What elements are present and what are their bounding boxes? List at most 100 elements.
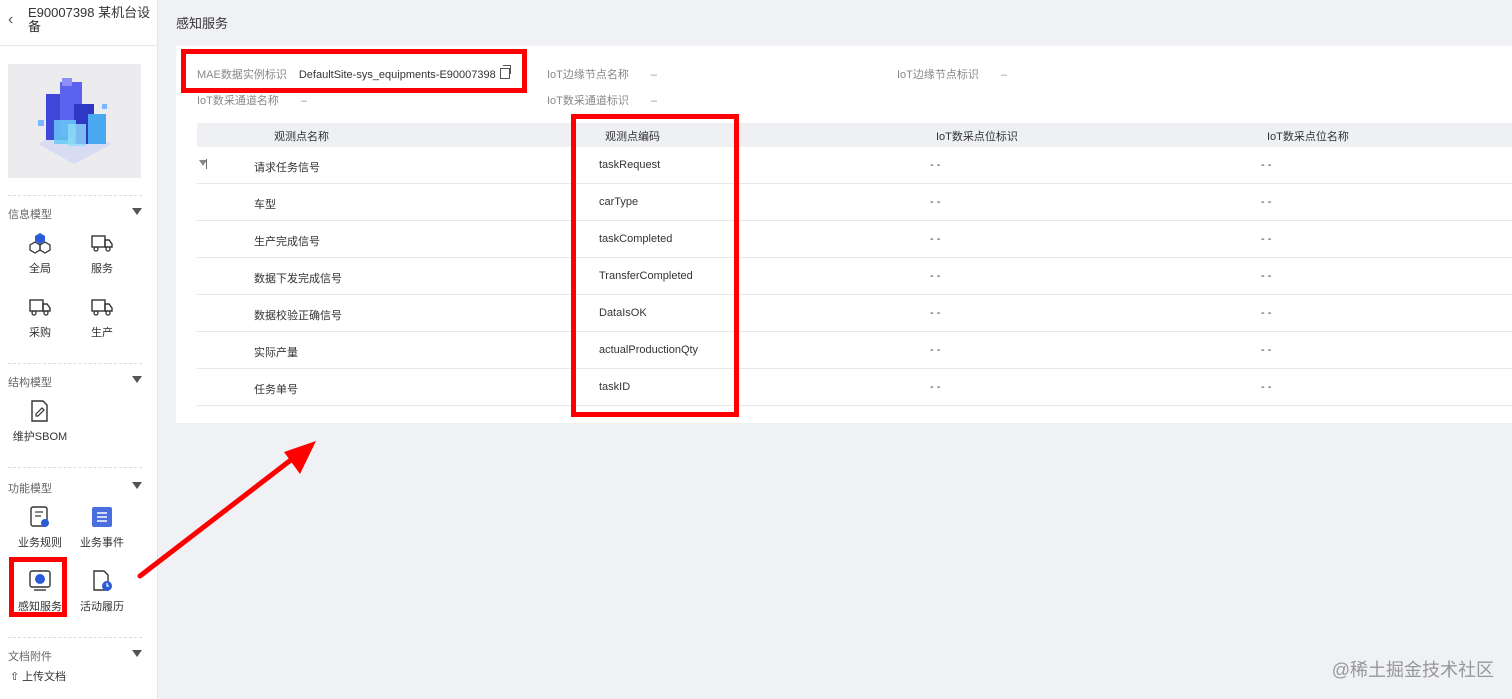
field-label: IoT边缘节点名称	[547, 69, 629, 81]
section-title: 信息模型	[8, 209, 52, 221]
field-value: –	[300, 95, 308, 107]
device-title: E90007398 某机台设备	[28, 5, 151, 34]
field-label: IoT边缘节点标识	[897, 69, 979, 81]
divider	[8, 195, 142, 196]
cell-point-name: - -	[1261, 307, 1272, 319]
cell-name: 请求任务信号	[254, 162, 320, 174]
cell-point-name: - -	[1261, 381, 1272, 393]
caret-down-icon[interactable]	[132, 376, 142, 383]
caret-down-icon[interactable]	[132, 482, 142, 489]
cell-name: 数据校验正确信号	[254, 310, 342, 322]
channel-name-field: IoT数采通道名称 –	[197, 92, 307, 108]
field-label: IoT数采通道名称	[197, 95, 279, 107]
nav-maintain-sbom[interactable]: 维护SBOM	[13, 400, 67, 448]
cell-point-id: - -	[930, 344, 941, 356]
highlight-box-code-column	[571, 114, 739, 417]
nav-label: 业务规则	[18, 537, 62, 549]
nav-label: 业务事件	[80, 537, 124, 549]
upload-label: 上传文档	[22, 671, 66, 683]
caret-down-icon[interactable]	[132, 650, 142, 657]
table-row[interactable]: 数据下发完成信号 TransferCompleted - -- -	[197, 258, 1512, 295]
upload-icon: ⇧	[10, 671, 20, 683]
caret-down-icon[interactable]	[132, 208, 142, 215]
column-header: IoT数采点位名称	[1267, 131, 1349, 143]
device-thumbnail	[8, 64, 141, 178]
nav-production[interactable]: 生产	[76, 296, 128, 344]
table-row[interactable]: 实际产量 actualProductionQty - -- -	[197, 332, 1512, 369]
cell-name: 生产完成信号	[254, 236, 320, 248]
cell-point-name: - -	[1261, 233, 1272, 245]
highlight-box-nav	[9, 557, 67, 617]
divider	[8, 637, 142, 638]
rule-document-icon	[29, 506, 51, 528]
nav-business-rules[interactable]: 业务规则	[14, 506, 66, 554]
column-header: 观测点名称	[274, 131, 329, 143]
detail-card: MAE数据实例标识 DefaultSite-sys_equipments-E900…	[176, 46, 1512, 423]
cell-point-id: - -	[930, 270, 941, 282]
cell-point-id: - -	[930, 233, 941, 245]
hexagon-cluster-icon	[29, 232, 51, 254]
cell-point-id: - -	[930, 196, 941, 208]
event-list-icon	[91, 506, 113, 528]
highlight-box-mae	[181, 49, 527, 93]
cell-point-name: - -	[1261, 159, 1272, 171]
table-row[interactable]: 生产完成信号 taskCompleted - -- -	[197, 221, 1512, 258]
cell-point-id: - -	[930, 307, 941, 319]
upload-document-button[interactable]: ⇧ 上传文档	[10, 668, 66, 683]
history-document-icon	[91, 570, 113, 592]
table-body: 请求任务信号 taskRequest - -- - 车型 carType - -- - 生产…	[197, 147, 1512, 406]
nav-label: 服务	[91, 263, 113, 275]
section-structure-model[interactable]: 结构模型	[8, 374, 142, 389]
table-row[interactable]: 任务单号 taskID - -- -	[197, 369, 1512, 406]
divider	[8, 363, 142, 364]
field-value: –	[650, 69, 658, 81]
cell-name: 任务单号	[254, 384, 298, 396]
cell-point-name: - -	[1261, 270, 1272, 282]
section-attachments[interactable]: 文档附件	[8, 648, 142, 663]
nav-label: 采购	[29, 327, 51, 339]
cell-point-id: - -	[930, 159, 941, 171]
truck-icon	[29, 296, 51, 318]
column-header: IoT数采点位标识	[936, 131, 1018, 143]
field-value: –	[1000, 69, 1008, 81]
nav-global[interactable]: 全局	[14, 232, 66, 280]
edge-node-name-field: IoT边缘节点名称 –	[547, 66, 657, 82]
section-title: 结构模型	[8, 377, 52, 389]
section-info-model[interactable]: 信息模型	[8, 206, 142, 221]
truck-icon	[91, 296, 113, 318]
nav-business-events[interactable]: 业务事件	[76, 506, 128, 554]
cursor-bar	[206, 159, 207, 169]
chevron-left-icon[interactable]: ‹	[8, 12, 20, 28]
nav-label: 全局	[29, 263, 51, 275]
table-row[interactable]: 车型 carType - -- -	[197, 184, 1512, 221]
page-title: 感知服务	[176, 16, 229, 31]
truck-icon	[91, 232, 113, 254]
nav-label: 维护SBOM	[12, 431, 68, 443]
section-function-model[interactable]: 功能模型	[8, 480, 142, 495]
nav-activity-history[interactable]: 活动履历	[76, 570, 128, 618]
nav-purchase[interactable]: 采购	[14, 296, 66, 344]
section-title: 功能模型	[8, 483, 52, 495]
section-title: 文档附件	[8, 651, 52, 663]
cell-name: 车型	[254, 199, 276, 211]
nav-label: 活动履历	[80, 601, 124, 613]
edge-node-id-field: IoT边缘节点标识 –	[897, 66, 1007, 82]
cell-point-name: - -	[1261, 344, 1272, 356]
field-value: –	[650, 95, 658, 107]
table-row[interactable]: 请求任务信号 taskRequest - -- -	[197, 147, 1512, 184]
document-edit-icon	[29, 400, 51, 422]
cell-name: 数据下发完成信号	[254, 273, 342, 285]
cell-point-id: - -	[930, 381, 941, 393]
watermark: @稀土掘金技术社区	[1331, 660, 1494, 680]
sidebar-header: ‹ E90007398 某机台设备	[0, 0, 158, 46]
cube-illustration-icon	[8, 64, 141, 178]
divider	[8, 467, 142, 468]
observation-table: 观测点名称 观测点编码 IoT数采点位标识 IoT数采点位名称 请求任务信号 ta…	[197, 123, 1512, 406]
table-row[interactable]: 数据校验正确信号 DataIsOK - -- -	[197, 295, 1512, 332]
nav-service[interactable]: 服务	[76, 232, 128, 280]
table-header: 观测点名称 观测点编码 IoT数采点位标识 IoT数采点位名称	[197, 123, 1512, 147]
nav-label: 生产	[91, 327, 113, 339]
cell-name: 实际产量	[254, 347, 298, 359]
channel-id-field: IoT数采通道标识 –	[547, 92, 657, 108]
cell-point-name: - -	[1261, 196, 1272, 208]
